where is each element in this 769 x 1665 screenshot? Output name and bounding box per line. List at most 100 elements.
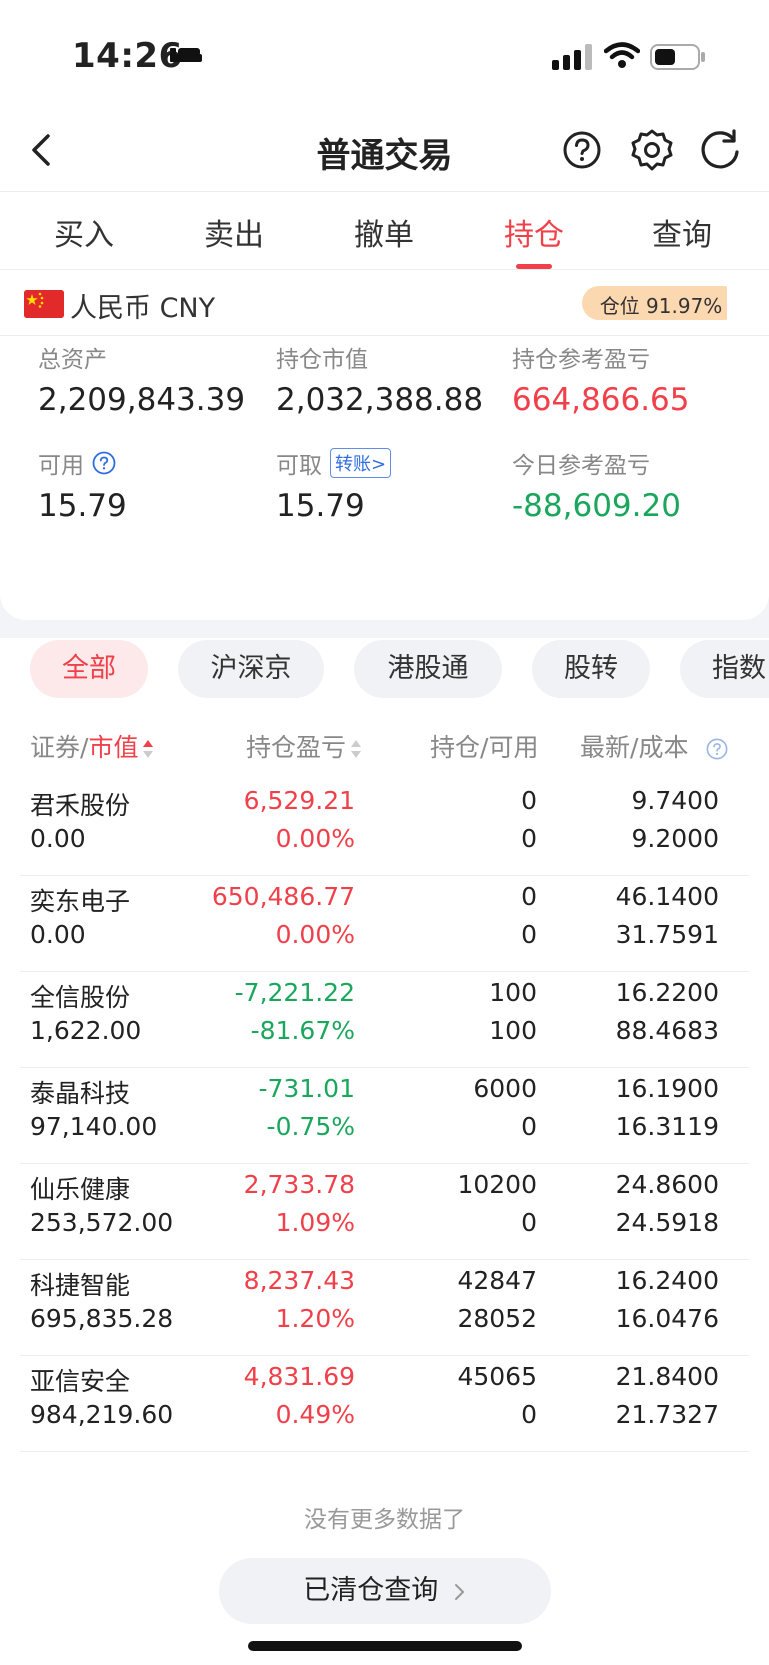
header-security-mv[interactable]: 证券/市值 (30, 728, 154, 764)
tab-cancel-order[interactable]: 撤单 (324, 210, 444, 254)
stock-name: 科捷智能 (30, 1271, 131, 1300)
header-pl-column[interactable]: 持仓盈亏 (246, 728, 362, 764)
position-ratio-badge: 仓位 91.97% (582, 286, 740, 320)
available: 可用 15.79 (38, 448, 127, 524)
table-row[interactable]: 亚信安全 984,219.60 4,831.69 0.49% 45065 0 2… (20, 1356, 749, 1452)
tab-query[interactable]: 查询 (622, 210, 742, 254)
active-tab-indicator (516, 264, 552, 269)
stock-name: 仙乐健康 (30, 1175, 131, 1204)
stock-latest: 16.2200 (615, 978, 719, 1007)
stock-latest: 9.7400 (631, 786, 719, 815)
gear-icon[interactable] (630, 128, 674, 172)
holding-pl: 持仓参考盈亏 664,866.65 (512, 342, 690, 418)
stock-pl: 4,831.69 (243, 1362, 355, 1391)
stock-name: 君禾股份 (30, 791, 131, 820)
stock-market-value: 0.00 (30, 920, 86, 949)
stock-avail: 0 (521, 1112, 537, 1141)
stock-cost: 21.7327 (615, 1400, 719, 1429)
cleared-positions-label: 已清仓查询 (303, 1575, 439, 1606)
stock-pl: -7,221.22 (234, 978, 355, 1007)
stock-market-value: 1,622.00 (30, 1016, 142, 1045)
stock-market-value: 695,835.28 (30, 1304, 174, 1333)
stock-latest: 16.2400 (615, 1266, 719, 1295)
table-row[interactable]: 泰晶科技 97,140.00 -731.01 -0.75% 6000 0 16.… (20, 1068, 749, 1164)
account-summary: 总资产 2,209,843.39 持仓市值 2,032,388.88 持仓参考盈… (0, 336, 769, 586)
stock-hold: 0 (521, 786, 537, 815)
market-value-value: 2,032,388.88 (276, 382, 484, 418)
table-row[interactable]: 科捷智能 695,835.28 8,237.43 1.20% 42847 280… (20, 1260, 749, 1356)
info-question-icon[interactable] (706, 738, 728, 760)
holdings-table-header: 证券/市值 持仓盈亏 持仓/可用 最新/成本 (0, 728, 769, 768)
withdrawable-label: 可取 (276, 453, 322, 479)
stock-latest: 16.1900 (615, 1074, 719, 1103)
stock-cost: 16.3119 (615, 1112, 719, 1141)
total-assets-value: 2,209,843.39 (38, 382, 246, 418)
tab-positions[interactable]: 持仓 (474, 210, 594, 254)
position-ratio-text: 仓位 91.97% (599, 294, 723, 318)
stock-hold: 0 (521, 882, 537, 911)
filter-all[interactable]: 全部 (30, 640, 148, 698)
today-pl-label: 今日参考盈亏 (512, 453, 650, 479)
stock-hold: 42847 (457, 1266, 537, 1295)
header-cost: 成本 (638, 733, 689, 762)
help-icon[interactable] (562, 130, 602, 170)
stock-avail: 0 (521, 920, 537, 949)
transfer-button[interactable]: 转账> (330, 448, 392, 478)
no-more-data-text: 没有更多数据了 (304, 1507, 465, 1533)
table-row[interactable]: 奕东电子 0.00 650,486.77 0.00% 0 0 46.1400 3… (20, 876, 749, 972)
wifi-icon (604, 42, 640, 68)
header-latest-cost: 最新/成本 (580, 728, 728, 764)
header-hold: 持仓 (430, 733, 481, 762)
market-filter-chips: 全部 沪深京 港股通 股转 指数 (0, 640, 769, 700)
tab-buy[interactable]: 买入 (24, 210, 144, 254)
table-row[interactable]: 全信股份 1,622.00 -7,221.22 -81.67% 100 100 … (20, 972, 749, 1068)
stock-market-value: 253,572.00 (30, 1208, 174, 1237)
holdings-list: 君禾股份 0.00 6,529.21 0.00% 0 0 9.7400 9.20… (0, 780, 769, 1452)
cellular-signal-icon (552, 44, 592, 70)
sort-desc-icon (143, 740, 154, 758)
stock-cost: 9.2000 (631, 824, 719, 853)
filter-hk-connect[interactable]: 港股通 (354, 640, 502, 698)
stock-pl-percent: 1.20% (275, 1304, 355, 1333)
stock-pl: 650,486.77 (211, 882, 355, 911)
stock-hold: 100 (489, 978, 537, 1007)
stock-cost: 24.5918 (615, 1208, 719, 1237)
info-question-icon[interactable] (92, 451, 116, 475)
withdrawable: 可取 转账> 15.79 (276, 448, 392, 524)
filter-neeq[interactable]: 股转 (532, 640, 650, 698)
stock-latest: 46.1400 (615, 882, 719, 911)
status-time: 14:26 (72, 36, 183, 76)
stock-pl: 6,529.21 (243, 786, 355, 815)
stock-avail: 0 (521, 824, 537, 853)
stock-latest: 21.8400 (615, 1362, 719, 1391)
header-security: 证券 (30, 733, 81, 762)
stock-market-value: 0.00 (30, 824, 86, 853)
market-value: 持仓市值 2,032,388.88 (276, 342, 483, 418)
filter-sh-sz-bj[interactable]: 沪深京 (178, 640, 324, 698)
stock-name: 泰晶科技 (30, 1079, 131, 1108)
cleared-positions-button[interactable]: 已清仓查询 (219, 1558, 551, 1624)
stock-cost: 31.7591 (615, 920, 719, 949)
stock-latest: 24.8600 (615, 1170, 719, 1199)
currency-label: 人民币 CNY (70, 293, 216, 324)
stock-pl: 2,733.78 (243, 1170, 355, 1199)
stock-avail: 0 (521, 1400, 537, 1429)
stock-cost: 16.0476 (615, 1304, 719, 1333)
trade-tabs: 买入 卖出 撤单 持仓 查询 (0, 192, 769, 270)
status-bar: 14:26 (0, 0, 769, 110)
sleep-focus-icon (170, 48, 202, 62)
filter-index[interactable]: 指数 (680, 640, 769, 698)
available-value: 15.79 (38, 488, 127, 524)
total-assets-label: 总资产 (38, 347, 107, 373)
header-latest: 最新 (580, 733, 631, 762)
home-indicator (248, 1641, 522, 1651)
tab-sell[interactable]: 卖出 (174, 210, 294, 254)
table-row[interactable]: 君禾股份 0.00 6,529.21 0.00% 0 0 9.7400 9.20… (20, 780, 749, 876)
table-row[interactable]: 仙乐健康 253,572.00 2,733.78 1.09% 10200 0 2… (20, 1164, 749, 1260)
withdrawable-value: 15.79 (276, 488, 365, 524)
stock-name: 奕东电子 (30, 887, 131, 916)
stock-pl-percent: -81.67% (250, 1016, 355, 1045)
stock-avail: 0 (521, 1208, 537, 1237)
refresh-icon[interactable] (698, 128, 742, 172)
stock-pl-percent: 0.00% (275, 920, 355, 949)
